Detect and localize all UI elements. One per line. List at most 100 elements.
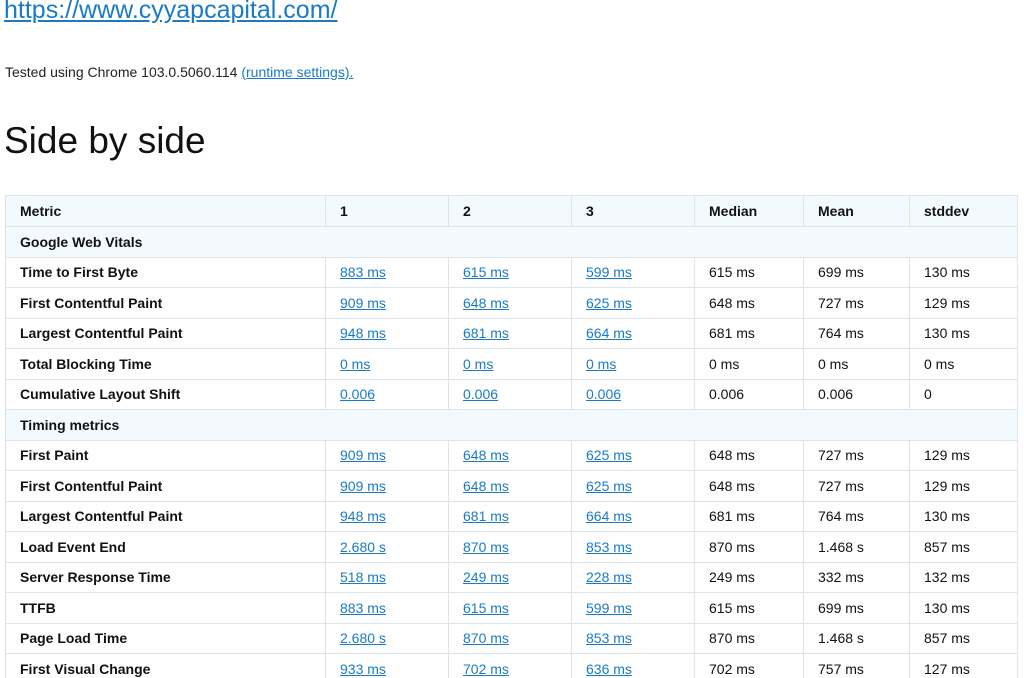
median-value: 870 ms (694, 531, 804, 563)
run-1-link[interactable]: 883 ms (340, 600, 386, 616)
table-row: First Visual Change 933 ms 702 ms 636 ms 702… (5, 653, 1018, 678)
stddev-value: 129 ms (909, 439, 1018, 471)
run-3-link[interactable]: 0 ms (586, 356, 616, 372)
stddev-value: 130 ms (909, 500, 1018, 532)
median-value: 0 ms (694, 348, 804, 380)
run-2-cell: 615 ms (448, 256, 572, 288)
median-value: 681 ms (694, 317, 804, 349)
run-1-link[interactable]: 909 ms (340, 447, 386, 463)
run-3-link[interactable]: 599 ms (586, 264, 632, 280)
run-2-link[interactable]: 702 ms (463, 661, 509, 677)
run-3-link[interactable]: 853 ms (586, 539, 632, 555)
table-row: First Contentful Paint 909 ms 648 ms 625 ms… (5, 287, 1018, 319)
run-3-link[interactable]: 599 ms (586, 600, 632, 616)
run-2-link[interactable]: 0.006 (463, 386, 498, 402)
mean-value: 699 ms (803, 592, 910, 624)
metric-name: TTFB (5, 592, 326, 624)
run-3-link[interactable]: 228 ms (586, 569, 632, 585)
run-3-link[interactable]: 625 ms (586, 447, 632, 463)
page: https://www.cyyapcapital.com/ Tested usi… (0, 0, 1024, 678)
run-2-link[interactable]: 648 ms (463, 447, 509, 463)
metric-name: First Visual Change (5, 653, 326, 678)
table-row: Cumulative Layout Shift 0.006 0.006 0.006 0.… (5, 378, 1018, 410)
run-2-link[interactable]: 615 ms (463, 264, 509, 280)
run-2-cell: 870 ms (448, 531, 572, 563)
run-2-link[interactable]: 615 ms (463, 600, 509, 616)
run-3-cell: 625 ms (571, 439, 695, 471)
run-1-link[interactable]: 2.680 s (340, 630, 386, 646)
run-3-link[interactable]: 636 ms (586, 661, 632, 677)
run-2-link[interactable]: 0 ms (463, 356, 493, 372)
run-3-cell: 0 ms (571, 348, 695, 380)
run-3-cell: 664 ms (571, 500, 695, 532)
run-1-cell: 2.680 s (325, 622, 449, 654)
run-2-link[interactable]: 870 ms (463, 539, 509, 555)
stddev-value: 857 ms (909, 531, 1018, 563)
stddev-value: 0 ms (909, 348, 1018, 380)
median-value: 681 ms (694, 500, 804, 532)
median-value: 702 ms (694, 653, 804, 678)
run-2-link[interactable]: 648 ms (463, 295, 509, 311)
mean-value: 0 ms (803, 348, 910, 380)
stddev-value: 857 ms (909, 622, 1018, 654)
run-1-cell: 948 ms (325, 317, 449, 349)
run-3-cell: 0.006 (571, 378, 695, 410)
section-row-google-web-vitals: Google Web Vitals (5, 226, 1018, 258)
results-body: Google Web Vitals Time to First Byte 883 m… (5, 226, 1018, 678)
run-1-link[interactable]: 0.006 (340, 386, 375, 402)
results-table: Metric 1 2 3 Median Mean stddev Google W… (5, 195, 1018, 678)
median-value: 615 ms (694, 592, 804, 624)
metric-name: Time to First Byte (5, 256, 326, 288)
run-3-cell: 599 ms (571, 592, 695, 624)
run-3-link[interactable]: 664 ms (586, 325, 632, 341)
run-1-link[interactable]: 933 ms (340, 661, 386, 677)
run-1-cell: 948 ms (325, 500, 449, 532)
median-value: 648 ms (694, 287, 804, 319)
run-2-cell: 681 ms (448, 317, 572, 349)
run-1-cell: 909 ms (325, 287, 449, 319)
run-2-link[interactable]: 870 ms (463, 630, 509, 646)
run-3-link[interactable]: 625 ms (586, 478, 632, 494)
run-2-cell: 702 ms (448, 653, 572, 678)
run-2-link[interactable]: 648 ms (463, 478, 509, 494)
run-1-link[interactable]: 0 ms (340, 356, 370, 372)
tested-text: Tested using Chrome 103.0.5060.114 (5, 64, 238, 80)
section-title: Timing metrics (5, 409, 1018, 441)
run-2-cell: 615 ms (448, 592, 572, 624)
mean-value: 1.468 s (803, 622, 910, 654)
column-header-metric: Metric (5, 195, 326, 227)
run-3-cell: 636 ms (571, 653, 695, 678)
run-2-link[interactable]: 681 ms (463, 325, 509, 341)
run-3-link[interactable]: 625 ms (586, 295, 632, 311)
run-1-link[interactable]: 883 ms (340, 264, 386, 280)
run-1-link[interactable]: 518 ms (340, 569, 386, 585)
run-1-link[interactable]: 948 ms (340, 325, 386, 341)
column-header-stddev: stddev (909, 195, 1018, 227)
stddev-value: 127 ms (909, 653, 1018, 678)
run-3-link[interactable]: 664 ms (586, 508, 632, 524)
column-header-run-2: 2 (448, 195, 572, 227)
run-2-cell: 870 ms (448, 622, 572, 654)
metric-name: Server Response Time (5, 561, 326, 593)
mean-value: 764 ms (803, 317, 910, 349)
run-3-link[interactable]: 853 ms (586, 630, 632, 646)
run-2-link[interactable]: 249 ms (463, 569, 509, 585)
run-2-link[interactable]: 681 ms (463, 508, 509, 524)
run-1-link[interactable]: 909 ms (340, 478, 386, 494)
run-3-link[interactable]: 0.006 (586, 386, 621, 402)
table-row: Server Response Time 518 ms 249 ms 228 ms 24… (5, 561, 1018, 593)
median-value: 648 ms (694, 439, 804, 471)
run-1-link[interactable]: 2.680 s (340, 539, 386, 555)
run-3-cell: 853 ms (571, 531, 695, 563)
column-header-mean: Mean (803, 195, 910, 227)
run-1-cell: 933 ms (325, 653, 449, 678)
run-1-cell: 883 ms (325, 592, 449, 624)
mean-value: 0.006 (803, 378, 910, 410)
table-row: Time to First Byte 883 ms 615 ms 599 ms 615 … (5, 256, 1018, 288)
runtime-settings-link[interactable]: (runtime settings). (241, 64, 353, 80)
site-url-link[interactable]: https://www.cyyapcapital.com/ (4, 0, 337, 25)
metric-name: First Contentful Paint (5, 287, 326, 319)
run-1-link[interactable]: 948 ms (340, 508, 386, 524)
run-1-link[interactable]: 909 ms (340, 295, 386, 311)
metric-name: Load Event End (5, 531, 326, 563)
